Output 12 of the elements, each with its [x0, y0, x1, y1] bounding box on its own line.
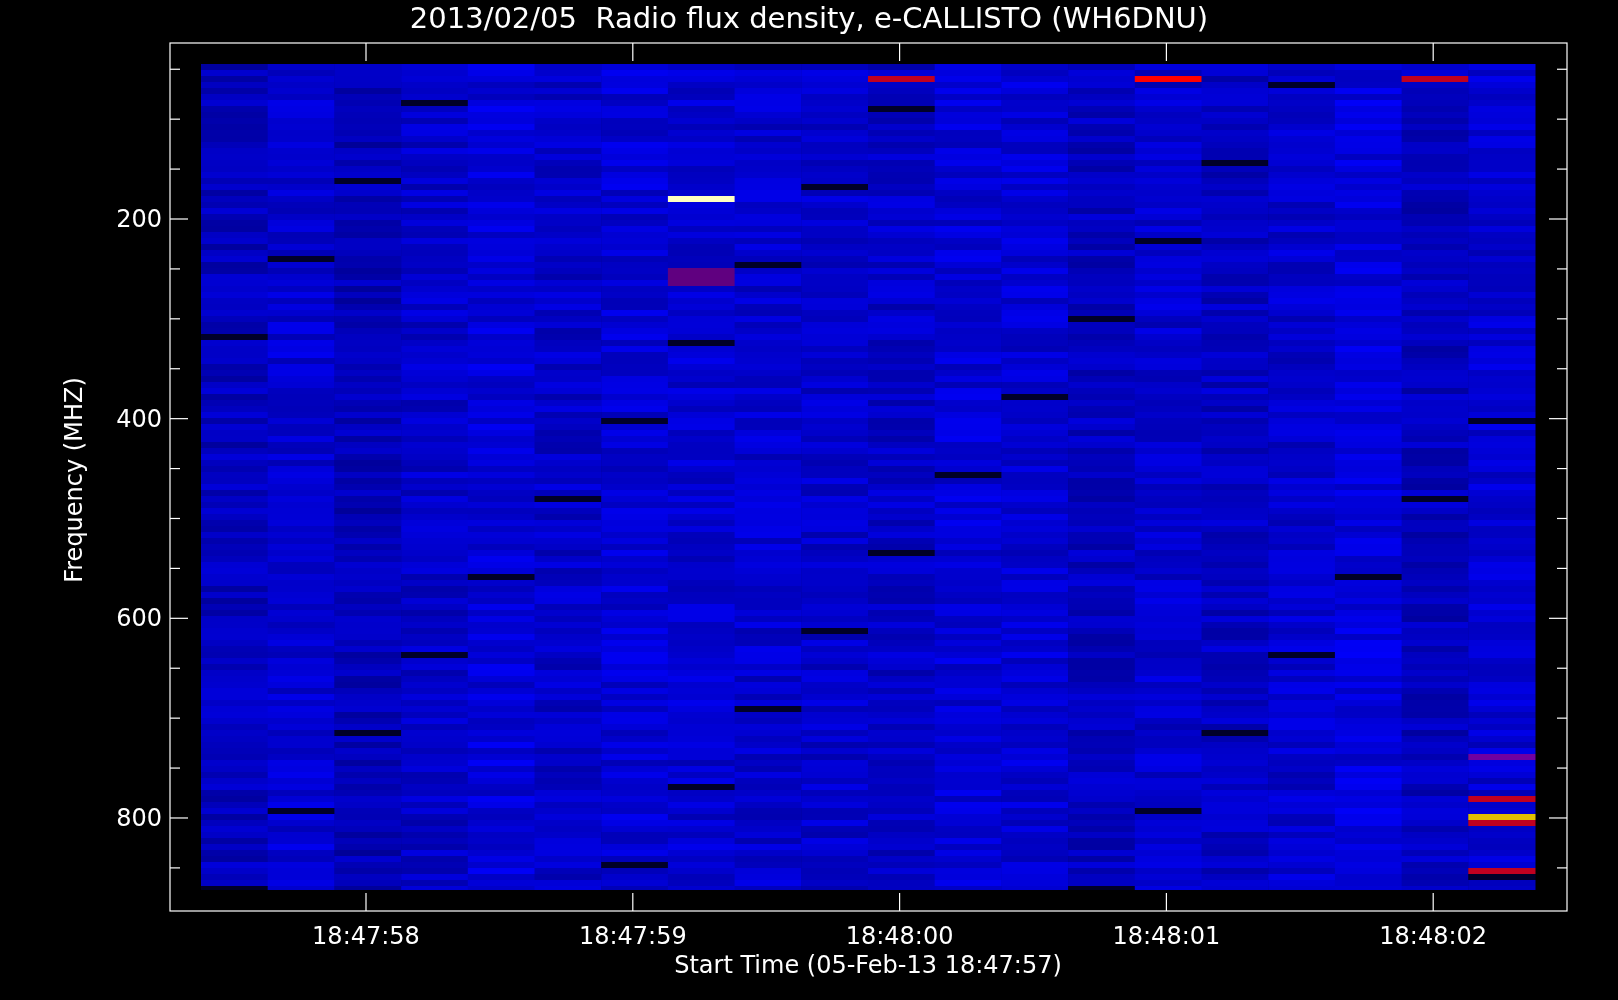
y-tick-label: 200: [116, 207, 162, 231]
chart-title: 2013/02/05 Radio flux density, e-CALLISTO (WH6DNU): [409, 4, 1209, 33]
x-axis-label: Start Time (05-Feb-13 18:47:57): [674, 953, 1062, 977]
x-tick-label: 18:48:01: [1112, 924, 1221, 948]
y-axis-label: Frequency (MHZ): [62, 377, 86, 583]
x-tick-label: 18:47:58: [312, 924, 420, 948]
x-tick-label: 18:48:02: [1379, 924, 1488, 948]
x-tick-label: 18:48:00: [845, 924, 954, 948]
x-tick-label: 18:47:59: [578, 924, 687, 948]
y-tick-label: 400: [116, 406, 162, 431]
y-tick-label: 800: [116, 805, 162, 830]
y-tick-label: 600: [116, 606, 162, 631]
